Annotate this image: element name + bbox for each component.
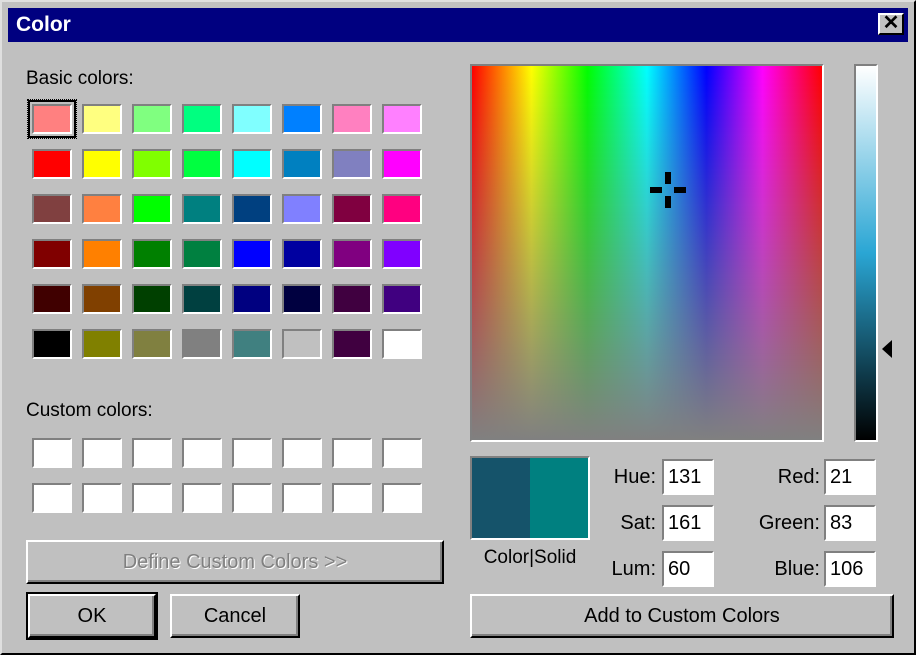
basic-color-swatch[interactable] bbox=[82, 194, 122, 224]
color-solid-label: Color|Solid bbox=[483, 547, 577, 568]
basic-color-swatch[interactable] bbox=[332, 239, 372, 269]
custom-colors-label: Custom colors: bbox=[26, 400, 153, 421]
basic-color-swatch[interactable] bbox=[382, 194, 422, 224]
basic-color-swatch[interactable] bbox=[82, 149, 122, 179]
custom-color-swatch[interactable] bbox=[132, 438, 172, 468]
basic-color-swatch[interactable] bbox=[32, 194, 72, 224]
lum-label: Lum: bbox=[611, 558, 656, 580]
custom-color-swatch[interactable] bbox=[82, 438, 122, 468]
solid-sample bbox=[530, 458, 588, 538]
basic-color-swatch[interactable] bbox=[232, 104, 272, 134]
basic-color-swatch[interactable] bbox=[332, 149, 372, 179]
custom-color-swatch[interactable] bbox=[282, 438, 322, 468]
sat-field[interactable]: 161 bbox=[662, 505, 714, 541]
custom-color-swatch[interactable] bbox=[132, 483, 172, 513]
custom-color-swatch[interactable] bbox=[32, 438, 72, 468]
custom-color-swatch[interactable] bbox=[232, 438, 272, 468]
basic-color-swatch[interactable] bbox=[232, 149, 272, 179]
window-title: Color bbox=[16, 13, 71, 36]
custom-color-swatch[interactable] bbox=[82, 483, 122, 513]
hue-field[interactable]: 131 bbox=[662, 459, 714, 495]
custom-color-swatch[interactable] bbox=[232, 483, 272, 513]
basic-color-swatch[interactable] bbox=[282, 194, 322, 224]
basic-color-swatch[interactable] bbox=[132, 104, 172, 134]
custom-color-swatch[interactable] bbox=[182, 483, 222, 513]
basic-color-swatch[interactable] bbox=[332, 104, 372, 134]
cancel-button[interactable]: Cancel bbox=[170, 594, 300, 638]
basic-color-swatch[interactable] bbox=[332, 194, 372, 224]
basic-color-swatch[interactable] bbox=[32, 239, 72, 269]
red-label: Red: bbox=[777, 466, 820, 488]
basic-color-swatch[interactable] bbox=[182, 284, 222, 314]
close-button[interactable]: ✕ bbox=[878, 13, 904, 35]
basic-color-swatch[interactable] bbox=[282, 104, 322, 134]
basic-color-swatch[interactable] bbox=[232, 329, 272, 359]
custom-color-swatch[interactable] bbox=[382, 438, 422, 468]
basic-color-swatch[interactable] bbox=[132, 239, 172, 269]
basic-color-swatch[interactable] bbox=[282, 239, 322, 269]
basic-color-swatch[interactable] bbox=[132, 149, 172, 179]
basic-color-swatch[interactable] bbox=[182, 329, 222, 359]
custom-color-swatch[interactable] bbox=[332, 483, 372, 513]
color-dialog: Color ✕ Basic colors: Custom colors: Def… bbox=[0, 0, 916, 655]
basic-color-swatch[interactable] bbox=[32, 284, 72, 314]
basic-color-swatch[interactable] bbox=[132, 284, 172, 314]
basic-color-swatch[interactable] bbox=[82, 239, 122, 269]
basic-color-swatch[interactable] bbox=[32, 329, 72, 359]
basic-color-swatch[interactable] bbox=[82, 284, 122, 314]
basic-color-swatch[interactable] bbox=[132, 194, 172, 224]
ok-button[interactable]: OK bbox=[26, 592, 158, 640]
basic-color-swatch[interactable] bbox=[282, 149, 322, 179]
basic-color-swatch[interactable] bbox=[27, 99, 77, 139]
basic-color-swatch[interactable] bbox=[182, 104, 222, 134]
crosshair-icon bbox=[650, 172, 686, 208]
basic-color-swatch[interactable] bbox=[282, 329, 322, 359]
hue-label: Hue: bbox=[613, 466, 656, 488]
basic-color-swatch[interactable] bbox=[82, 329, 122, 359]
custom-color-swatch[interactable] bbox=[182, 438, 222, 468]
custom-color-swatch[interactable] bbox=[32, 483, 72, 513]
basic-color-swatch[interactable] bbox=[282, 284, 322, 314]
lum-field[interactable]: 60 bbox=[662, 551, 714, 587]
luminosity-arrow-icon[interactable] bbox=[880, 339, 894, 359]
luminosity-slider[interactable] bbox=[854, 64, 878, 442]
basic-color-swatch[interactable] bbox=[382, 149, 422, 179]
basic-color-swatch[interactable] bbox=[382, 239, 422, 269]
title-bar[interactable]: Color ✕ bbox=[8, 8, 908, 42]
blue-field[interactable]: 106 bbox=[824, 551, 876, 587]
red-field[interactable]: 21 bbox=[824, 459, 876, 495]
basic-color-swatch[interactable] bbox=[82, 104, 122, 134]
color-sample bbox=[472, 458, 530, 538]
basic-color-swatch[interactable] bbox=[382, 329, 422, 359]
add-to-custom-colors-button[interactable]: Add to Custom Colors bbox=[470, 594, 894, 638]
define-custom-colors-button[interactable]: Define Custom Colors >> bbox=[26, 540, 444, 584]
basic-colors-label: Basic colors: bbox=[26, 68, 134, 89]
basic-color-swatch[interactable] bbox=[382, 284, 422, 314]
basic-color-swatch[interactable] bbox=[382, 104, 422, 134]
basic-color-swatch[interactable] bbox=[232, 239, 272, 269]
custom-color-swatch[interactable] bbox=[282, 483, 322, 513]
blue-label: Blue: bbox=[774, 558, 820, 580]
basic-color-swatch[interactable] bbox=[182, 194, 222, 224]
basic-color-swatch[interactable] bbox=[182, 149, 222, 179]
sat-label: Sat: bbox=[620, 512, 656, 534]
custom-color-swatch[interactable] bbox=[332, 438, 372, 468]
basic-color-swatch[interactable] bbox=[332, 284, 372, 314]
basic-color-swatch[interactable] bbox=[132, 329, 172, 359]
basic-color-swatch[interactable] bbox=[232, 194, 272, 224]
custom-color-swatch[interactable] bbox=[382, 483, 422, 513]
basic-color-swatch[interactable] bbox=[332, 329, 372, 359]
green-label: Green: bbox=[758, 512, 820, 534]
basic-color-swatch[interactable] bbox=[182, 239, 222, 269]
close-icon: ✕ bbox=[882, 12, 900, 34]
color-spectrum[interactable] bbox=[470, 64, 824, 442]
color-preview bbox=[470, 456, 590, 540]
basic-color-swatch[interactable] bbox=[32, 149, 72, 179]
basic-color-swatch[interactable] bbox=[232, 284, 272, 314]
green-field[interactable]: 83 bbox=[824, 505, 876, 541]
